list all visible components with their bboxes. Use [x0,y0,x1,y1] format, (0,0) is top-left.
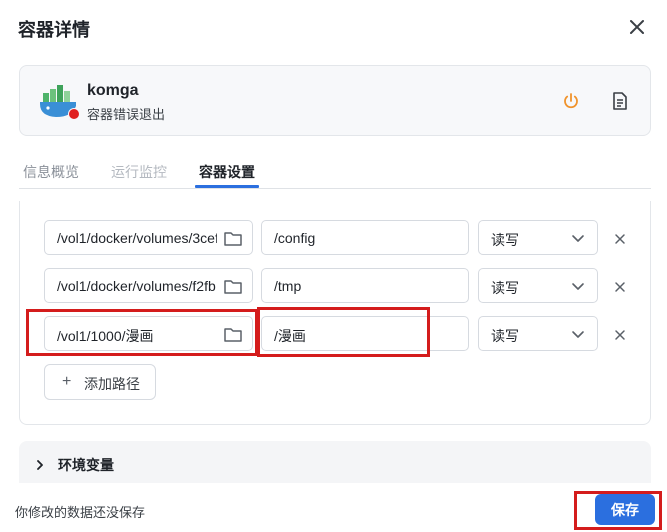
container-path-value: /漫画 [274,328,306,344]
remove-volume-icon[interactable] [612,279,628,295]
tab-monitoring[interactable]: 运行监控 [111,162,167,182]
folder-icon[interactable] [224,278,242,294]
status-error-dot [68,108,80,120]
active-tab-indicator [195,185,259,188]
container-path-value: /config [274,230,316,246]
chevron-right-icon [35,457,45,470]
container-path-input[interactable]: /tmp [261,268,469,303]
tab-container-settings[interactable]: 容器设置 [199,162,255,182]
remove-volume-icon[interactable] [612,327,628,343]
unsaved-changes-note: 你修改的数据还没保存 [15,505,146,520]
mount-mode-select[interactable]: 读写 [478,220,598,255]
container-name: komga [87,82,139,99]
remove-volume-icon[interactable] [612,231,628,247]
folder-icon[interactable] [224,230,242,246]
add-path-button[interactable]: + 添加路径 [44,364,156,400]
mount-mode-select[interactable]: 读写 [478,316,598,351]
plus-icon: + [62,373,72,390]
close-icon[interactable] [626,16,648,38]
host-path-input[interactable]: /vol1/docker/volumes/3cef [44,220,253,255]
mount-mode-value: 读写 [491,328,519,344]
log-document-icon[interactable] [612,92,628,110]
env-variables-section[interactable]: 环境变量 [19,441,651,483]
add-path-label: 添加路径 [84,376,140,392]
folder-icon[interactable] [224,326,242,342]
settings-tabs: 信息概览 运行监控 容器设置 [19,155,651,189]
chevron-down-icon [571,231,585,245]
container-summary-card: komga 容器错误退出 [19,65,651,136]
host-path-input[interactable]: /vol1/docker/volumes/f2fb [44,268,253,303]
mount-mode-select[interactable]: 读写 [478,268,598,303]
env-variables-label: 环境变量 [58,457,114,473]
container-path-value: /tmp [274,278,302,294]
mount-mode-value: 读写 [491,280,519,296]
power-icon[interactable] [562,92,580,110]
container-path-input[interactable]: /漫画 [261,316,469,351]
container-status: 容器错误退出 [87,107,166,122]
container-path-input[interactable]: /config [261,220,469,255]
host-path-value: /vol1/docker/volumes/3cef [57,230,217,246]
chevron-down-icon [571,327,585,341]
chevron-down-icon [571,279,585,293]
save-button[interactable]: 保存 [595,494,655,525]
host-path-value: /vol1/1000/漫画 [57,328,154,344]
tab-overview[interactable]: 信息概览 [23,162,79,182]
mount-mode-value: 读写 [491,232,519,248]
host-path-input[interactable]: /vol1/1000/漫画 [44,316,253,351]
host-path-value: /vol1/docker/volumes/f2fb [57,278,216,294]
page-title: 容器详情 [18,20,90,40]
